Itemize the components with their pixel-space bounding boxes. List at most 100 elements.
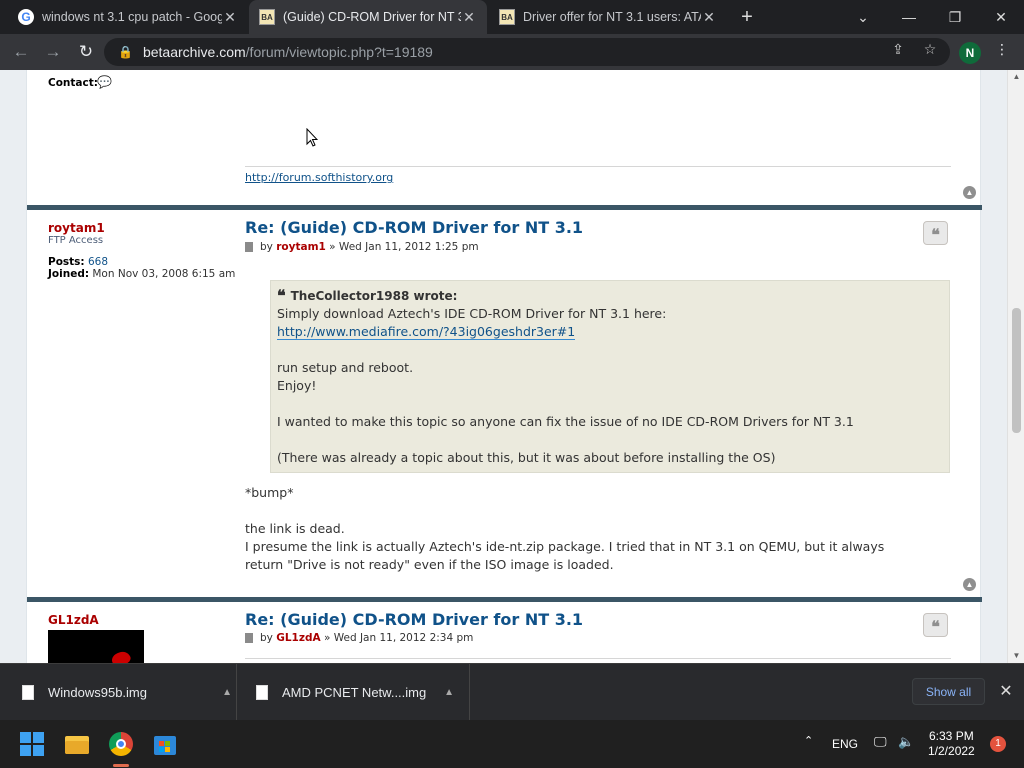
quote-button[interactable]: ❝: [923, 613, 948, 637]
file-icon: [256, 685, 268, 700]
signature-divider: [245, 166, 951, 167]
microsoft-store-icon[interactable]: [153, 732, 177, 756]
browser-toolbar: ← → ↻ 🔒 betaarchive.com/forum/viewtopic.…: [0, 34, 1024, 70]
tab-search-chevron-icon[interactable]: ⌄: [840, 0, 886, 34]
avatar: [48, 630, 144, 663]
post-document-icon[interactable]: [245, 633, 253, 643]
back-arrow-icon[interactable]: ←: [8, 39, 34, 65]
byline-username[interactable]: GL1zdA: [276, 632, 320, 644]
download-item[interactable]: Windows95b.img ▲: [22, 664, 232, 721]
by-prefix: by: [260, 632, 273, 644]
clock-date: 1/2/2022: [928, 744, 975, 758]
post-author-rank: FTP Access: [48, 235, 104, 246]
quote-block: ❝ TheCollector1988 wrote: Simply downloa…: [270, 280, 950, 473]
close-tab-icon[interactable]: ✕: [222, 9, 238, 26]
quote-author: TheCollector1988 wrote:: [290, 289, 458, 303]
page-scrollbar[interactable]: ▲ ▼: [1007, 70, 1024, 663]
quote-line: run setup and reboot.: [277, 360, 414, 375]
post-title[interactable]: Re: (Guide) CD-ROM Driver for NT 3.1: [245, 218, 583, 237]
chevron-up-tray-icon[interactable]: ⌃: [804, 734, 813, 747]
downloads-bar: Windows95b.img ▲ AMD PCNET Netw....img ▲…: [0, 663, 1024, 721]
page-gutter: [990, 70, 1007, 663]
clock-time: 6:33 PM: [929, 729, 974, 743]
signature-link[interactable]: http://forum.softhistory.org: [245, 171, 393, 184]
quote-button[interactable]: ❝: [923, 221, 948, 245]
tab-driver-offer[interactable]: BA Driver offer for NT 3.1 users: ATA ✕: [489, 0, 727, 34]
file-explorer-icon[interactable]: [65, 732, 89, 756]
close-tab-icon[interactable]: ✕: [461, 9, 477, 26]
post-byline: by roytam1 » Wed Jan 11, 2012 1:25 pm: [245, 241, 479, 253]
scrollbar-thumb[interactable]: [1012, 308, 1021, 433]
browser-tab-strip: G windows nt 3.1 cpu patch - Goog ✕ BA (…: [0, 0, 1024, 34]
post-title[interactable]: Re: (Guide) CD-ROM Driver for NT 3.1: [245, 610, 583, 629]
post-author-name[interactable]: roytam1: [48, 221, 105, 235]
post-separator: [27, 205, 982, 210]
post-separator: [27, 597, 982, 602]
windows-start-icon[interactable]: [20, 732, 44, 756]
language-indicator[interactable]: ENG: [832, 737, 858, 751]
forward-arrow-icon[interactable]: →: [40, 39, 66, 65]
betaarchive-icon: BA: [259, 9, 275, 25]
active-app-indicator: [113, 764, 129, 767]
quote-mediafire-link[interactable]: http://www.mediafire.com/?43ig06geshdr3e…: [277, 324, 576, 340]
post-date: » Wed Jan 11, 2012 1:25 pm: [329, 241, 479, 253]
lock-icon[interactable]: 🔒: [118, 45, 133, 59]
download-divider: [469, 664, 470, 721]
scroll-up-arrow-icon[interactable]: ▲: [1008, 70, 1024, 84]
contact-label: Contact:: [48, 77, 98, 89]
share-icon[interactable]: ⇪: [889, 40, 907, 58]
download-divider: [236, 664, 237, 721]
post-author-name[interactable]: GL1zdA: [48, 613, 99, 627]
tab-google-search[interactable]: G windows nt 3.1 cpu patch - Goog ✕: [8, 0, 248, 34]
new-tab-button[interactable]: +: [728, 0, 766, 34]
back-to-top-icon[interactable]: ▲: [963, 578, 976, 591]
by-prefix: by: [260, 241, 273, 253]
more-menu-icon[interactable]: ⋮: [993, 40, 1011, 58]
post-date: » Wed Jan 11, 2012 2:34 pm: [323, 632, 474, 644]
joined-date: Mon Nov 03, 2008 6:15 am: [92, 268, 236, 280]
post-body: *bump* the link is dead. I presume the l…: [245, 484, 884, 574]
minimize-button[interactable]: —: [886, 0, 932, 34]
close-window-button[interactable]: ✕: [978, 0, 1024, 34]
system-clock[interactable]: 6:33 PM 1/2/2022: [928, 729, 975, 759]
show-all-downloads-button[interactable]: Show all: [912, 678, 985, 705]
address-bar[interactable]: 🔒 betaarchive.com/forum/viewtopic.php?t=…: [104, 38, 950, 66]
chevron-up-icon[interactable]: ▲: [222, 687, 232, 698]
chevron-up-icon[interactable]: ▲: [444, 687, 454, 698]
betaarchive-icon: BA: [499, 9, 515, 25]
download-item[interactable]: AMD PCNET Netw....img ▲: [256, 664, 454, 721]
tab-title: Driver offer for NT 3.1 users: ATA: [523, 10, 701, 24]
quote-line: Simply download Aztech's IDE CD-ROM Driv…: [277, 306, 667, 321]
post-body-line: return "Drive is not ready" even if the …: [245, 557, 614, 572]
quote-line: I wanted to make this topic so anyone ca…: [277, 414, 854, 429]
quote-mark-icon: ❝: [277, 286, 286, 305]
network-icon[interactable]: 🖵: [874, 734, 887, 750]
post-body-line: I presume the link is actually Aztech's …: [245, 539, 885, 554]
close-tab-icon[interactable]: ✕: [701, 9, 717, 26]
posts-count-link[interactable]: 668: [88, 256, 108, 268]
scroll-down-arrow-icon[interactable]: ▼: [1008, 649, 1024, 663]
download-filename: Windows95b.img: [48, 685, 147, 700]
post-author-posts: Posts: 668: [48, 256, 108, 268]
page-viewport: Contact: 💬 http://forum.softhistory.org …: [0, 70, 1024, 663]
file-icon: [22, 685, 34, 700]
close-downloads-icon[interactable]: ✕: [996, 682, 1016, 702]
byline-username[interactable]: roytam1: [276, 241, 326, 253]
windows-taskbar: ⌃ ENG 🖵 🔈 6:33 PM 1/2/2022 1: [0, 720, 1024, 768]
download-filename: AMD PCNET Netw....img: [282, 685, 427, 700]
notification-badge[interactable]: 1: [990, 736, 1006, 752]
profile-avatar[interactable]: N: [959, 42, 981, 64]
post-body-line: *bump*: [245, 485, 294, 500]
bookmark-star-icon[interactable]: ☆: [921, 40, 939, 58]
post-document-icon[interactable]: [245, 242, 253, 252]
chrome-icon[interactable]: [109, 732, 133, 756]
joined-label: Joined:: [48, 268, 90, 280]
contact-speech-icon[interactable]: 💬: [97, 75, 112, 89]
restore-button[interactable]: ❐: [932, 0, 978, 34]
quote-line: (There was already a topic about this, b…: [277, 450, 776, 465]
back-to-top-icon[interactable]: ▲: [963, 186, 976, 199]
reload-icon[interactable]: ↻: [73, 39, 99, 65]
volume-icon[interactable]: 🔈: [898, 734, 914, 750]
post-byline: by GL1zdA » Wed Jan 11, 2012 2:34 pm: [245, 632, 473, 644]
tab-cdrom-guide[interactable]: BA (Guide) CD-ROM Driver for NT 3. ✕: [249, 0, 487, 34]
